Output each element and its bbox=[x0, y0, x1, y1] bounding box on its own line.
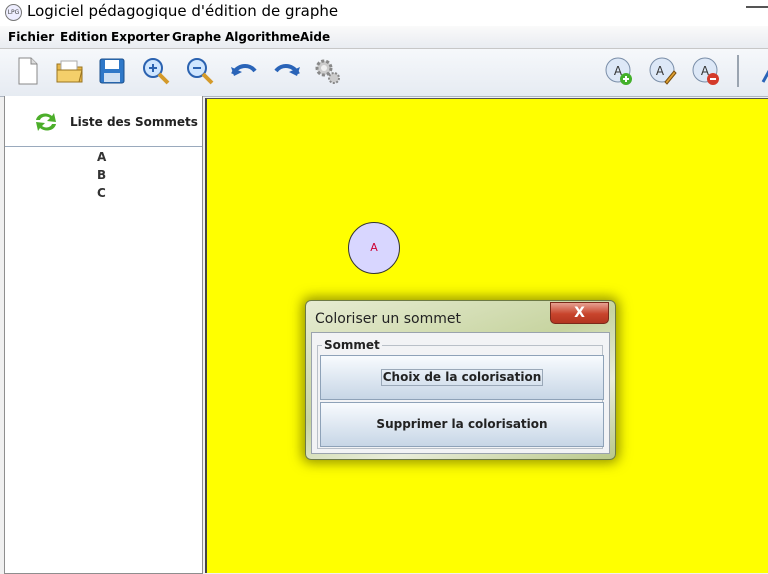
app-icon: LPG bbox=[5, 4, 22, 21]
vertex-list-header: Liste des Sommets bbox=[5, 96, 202, 147]
dialog-close-button[interactable]: X bbox=[550, 302, 609, 324]
vertex-label: A bbox=[370, 241, 378, 254]
window-title: Logiciel pédagogique d'édition de graphe bbox=[27, 2, 339, 20]
menu-graphe[interactable]: Graphe bbox=[172, 30, 221, 44]
edge-tool-icon[interactable] bbox=[752, 56, 768, 86]
vertex-list-item[interactable]: B bbox=[97, 168, 106, 182]
delete-vertex-icon[interactable]: A bbox=[690, 56, 720, 86]
menu-algorithme[interactable]: Algorithme bbox=[225, 30, 300, 44]
remove-color-button[interactable]: Supprimer la colorisation bbox=[320, 402, 604, 447]
zoom-in-icon[interactable] bbox=[141, 56, 171, 86]
choose-color-button[interactable]: Choix de la colorisation bbox=[320, 355, 604, 400]
menu-fichier[interactable]: Fichier bbox=[8, 30, 54, 44]
open-folder-icon[interactable] bbox=[55, 56, 85, 86]
save-icon[interactable] bbox=[97, 56, 127, 86]
vertex-group-title: Sommet bbox=[322, 338, 382, 352]
graph-vertex[interactable]: A bbox=[348, 222, 400, 274]
vertex-list-panel: Liste des Sommets A B C bbox=[4, 96, 203, 574]
toolbar: A A A bbox=[0, 49, 768, 97]
add-vertex-icon[interactable]: A bbox=[603, 56, 633, 86]
settings-gear-icon[interactable] bbox=[312, 56, 342, 86]
undo-icon[interactable] bbox=[229, 56, 259, 86]
toolbar-separator bbox=[737, 55, 739, 87]
dialog-title: Coloriser un sommet bbox=[315, 311, 461, 327]
zoom-out-icon[interactable] bbox=[185, 56, 215, 86]
menu-bar: Fichier Edition Exporter Graphe Algorith… bbox=[0, 26, 768, 49]
new-file-icon[interactable] bbox=[13, 56, 43, 86]
refresh-icon[interactable] bbox=[31, 107, 61, 137]
choose-color-button-label: Choix de la colorisation bbox=[380, 369, 544, 386]
vertex-list-title: Liste des Sommets bbox=[70, 115, 198, 129]
svg-text:A: A bbox=[656, 64, 665, 78]
colorize-vertex-dialog: Coloriser un sommet X Sommet Choix de la… bbox=[305, 300, 616, 460]
dialog-content: Sommet Choix de la colorisation Supprime… bbox=[311, 332, 610, 454]
redo-icon[interactable] bbox=[272, 56, 302, 86]
vertex-list-item[interactable]: A bbox=[97, 150, 106, 164]
minimize-icon[interactable] bbox=[746, 6, 768, 8]
menu-aide[interactable]: Aide bbox=[300, 30, 330, 44]
menu-edition[interactable]: Edition bbox=[60, 30, 108, 44]
menu-exporter[interactable]: Exporter bbox=[111, 30, 169, 44]
window-titlebar: LPG Logiciel pédagogique d'édition de gr… bbox=[0, 0, 768, 26]
edit-vertex-icon[interactable]: A bbox=[647, 56, 677, 86]
vertex-list-item[interactable]: C bbox=[97, 186, 106, 200]
